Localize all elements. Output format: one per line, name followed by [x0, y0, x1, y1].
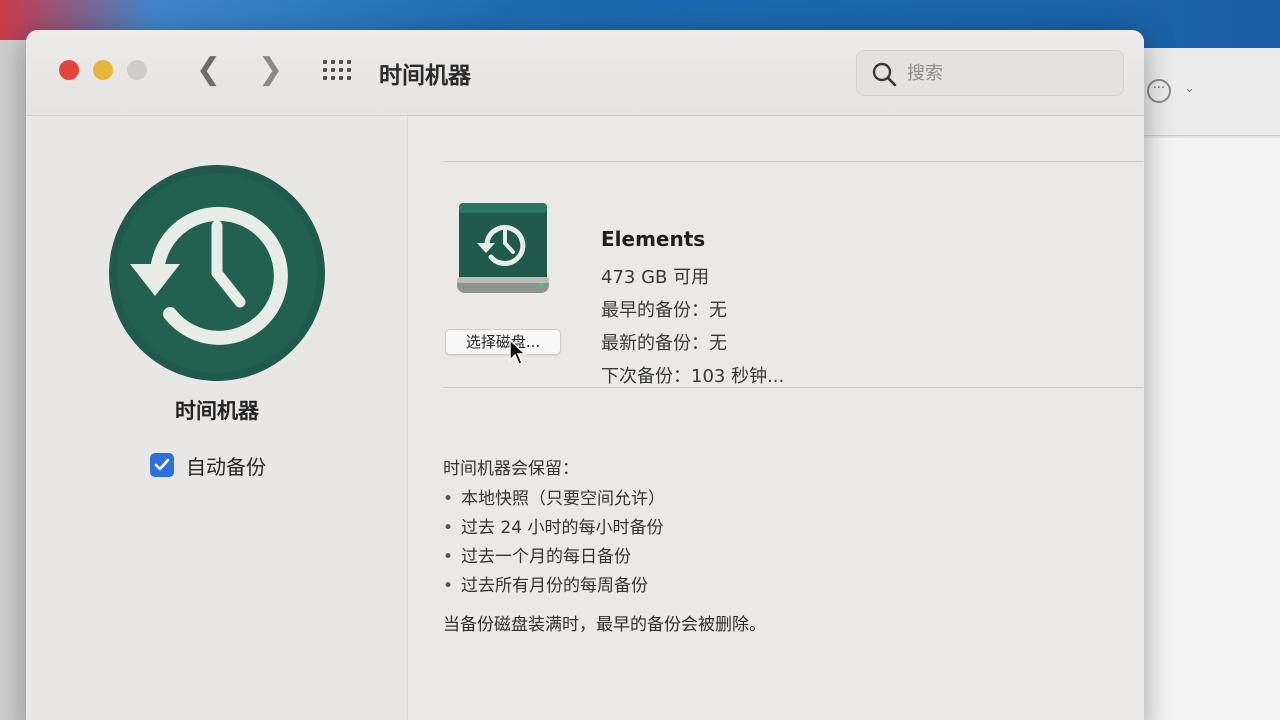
chevron-left-icon[interactable]: ❮: [196, 52, 221, 87]
background-window-left: [0, 40, 28, 720]
zoom-button[interactable]: [127, 60, 147, 80]
checkmark-icon: [154, 458, 170, 471]
chevron-right-icon[interactable]: ❯: [258, 52, 283, 87]
list-item: 本地快照（只要空间允许）: [443, 487, 665, 516]
keeps-list: 本地快照（只要空间允许） 过去 24 小时的每小时备份 过去一个月的每日备份 过…: [443, 487, 665, 603]
oldest-backup: 最早的备份：无: [601, 300, 727, 321]
grid-icon[interactable]: [323, 60, 353, 82]
auto-backup-label: 自动备份: [186, 454, 266, 479]
search-input[interactable]: [907, 61, 1107, 85]
main-panel: 选择磁盘... Elements 473 GB 可用 最早的备份：无 最新的备份…: [409, 117, 1144, 720]
full-disk-note: 当备份磁盘装满时，最早的备份会被删除。: [443, 615, 766, 635]
background-content: [1144, 138, 1280, 720]
disk-available: 473 GB 可用: [601, 267, 710, 288]
auto-backup-checkbox[interactable]: [150, 453, 174, 477]
search-icon: [872, 62, 897, 87]
list-item: 过去所有月份的每周备份: [443, 574, 665, 603]
mouse-cursor-icon: [509, 339, 527, 365]
select-disk-button[interactable]: 选择磁盘...: [445, 329, 561, 355]
list-item: 过去一个月的每日备份: [443, 545, 665, 574]
close-button[interactable]: [59, 60, 79, 80]
next-backup: 下次备份：103 秒钟...: [601, 366, 785, 387]
keeps-title: 时间机器会保留：: [443, 459, 579, 479]
divider: [443, 387, 1143, 388]
search-field[interactable]: [856, 50, 1124, 96]
chevron-down-icon[interactable]: ⌄: [1184, 81, 1195, 96]
window-title: 时间机器: [379, 63, 471, 89]
title-bar: ❮ ❯ 时间机器: [26, 30, 1144, 116]
sidebar: 时间机器 自动备份: [26, 117, 408, 720]
backup-disk-icon: [457, 203, 549, 293]
sidebar-title: 时间机器: [175, 399, 259, 423]
disk-name: Elements: [601, 227, 706, 251]
minimize-button[interactable]: [93, 60, 113, 80]
time-machine-window: ❮ ❯ 时间机器 时间机器: [26, 30, 1144, 720]
more-icon[interactable]: ···: [1147, 79, 1171, 103]
list-item: 过去 24 小时的每小时备份: [443, 516, 665, 545]
divider: [443, 161, 1143, 162]
latest-backup: 最新的备份：无: [601, 333, 727, 354]
auto-backup-toggle[interactable]: 自动备份: [150, 451, 266, 479]
time-machine-icon: [109, 165, 325, 381]
